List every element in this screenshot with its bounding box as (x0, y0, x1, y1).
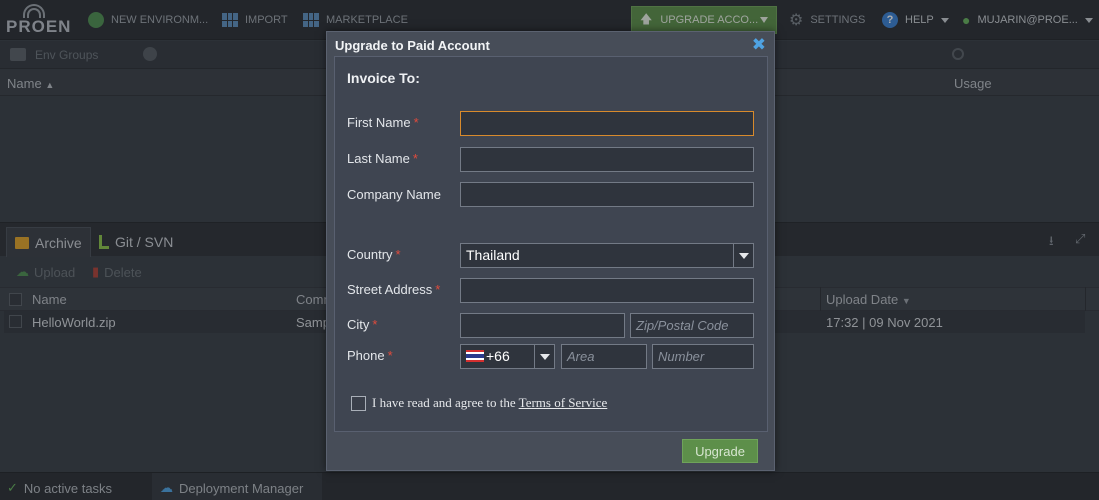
phone-code-select[interactable]: +66 (460, 344, 555, 369)
upgrade-dialog: Upgrade to Paid Account ✖ Invoice To: Fi… (326, 31, 775, 471)
first-name-field[interactable] (460, 111, 754, 136)
area-field[interactable]: Area (561, 344, 647, 369)
number-placeholder: Number (658, 349, 705, 364)
upgrade-submit-button[interactable]: Upgrade (682, 439, 758, 463)
phone-code-value: +66 (486, 348, 510, 364)
last-name-field[interactable] (460, 147, 754, 172)
company-name-field[interactable] (460, 182, 754, 207)
terms-of-service-link[interactable]: Terms of Service (519, 395, 608, 410)
terms-checkbox[interactable] (351, 395, 366, 411)
company-name-label: Company Name (347, 187, 441, 202)
street-address-field[interactable] (460, 278, 754, 303)
invoice-form: Invoice To: First Name * Last Name * Compa… (334, 56, 768, 432)
phone-label: Phone * (347, 348, 393, 363)
terms-text: I have read and agree to the Terms of Se… (372, 395, 608, 410)
country-label: Country * (347, 247, 401, 262)
street-address-label: Street Address * (347, 282, 441, 297)
area-placeholder: Area (567, 349, 595, 364)
zip-field[interactable]: Zip/Postal Code (630, 313, 754, 338)
country-value: Thailand (466, 247, 520, 263)
chevron-down-icon[interactable] (534, 345, 554, 368)
terms-agreement: I have read and agree to the Terms of Se… (351, 395, 607, 411)
city-label: City * (347, 317, 378, 332)
number-field[interactable]: Number (652, 344, 754, 369)
city-field[interactable] (460, 313, 625, 338)
first-name-label: First Name * (347, 115, 419, 130)
thailand-flag-icon (466, 350, 484, 362)
last-name-label: Last Name * (347, 151, 418, 166)
close-icon[interactable]: ✖ (752, 35, 766, 55)
dialog-title: Upgrade to Paid Account (335, 38, 490, 53)
chevron-down-icon[interactable] (733, 244, 753, 267)
zip-placeholder: Zip/Postal Code (636, 318, 729, 333)
section-heading: Invoice To: (347, 70, 420, 86)
country-select[interactable]: Thailand (460, 243, 754, 268)
